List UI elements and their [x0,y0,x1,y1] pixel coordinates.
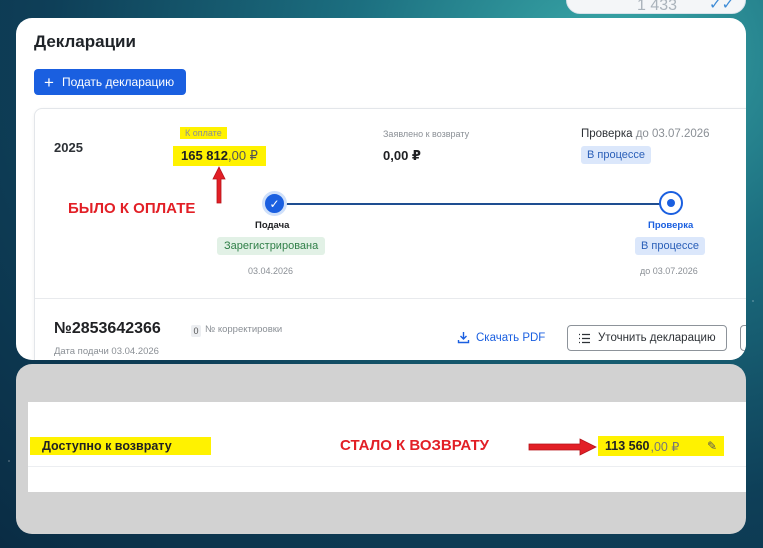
available-amount-kopecks: ,00 ₽ [650,439,680,454]
pencil-icon[interactable]: ✎ [707,439,717,453]
timeline-step-done: ✓ [262,191,287,216]
card-divider [35,298,746,299]
arrow-right-icon [528,438,597,456]
current-step-dot [667,199,675,207]
step-submission-status: Зарегистрирована [217,237,326,255]
submit-declaration-label: Подать декларацию [61,75,175,89]
declaration-card[interactable]: 2025 К оплате 165 812,00 ₽ Заявлено к во… [34,108,746,360]
download-pdf-link[interactable]: Скачать PDF [457,331,545,344]
refund-available-row: Доступно к возврату СТАЛО К ВОЗВРАТУ 113… [28,402,746,492]
check-status-badge: В процессе [581,146,651,164]
step-check-label: Проверка [648,220,694,231]
arrow-up-icon [212,166,226,204]
refund-claimed-amount: 0,00 ₽ [383,148,421,163]
page-title: Декларации [34,32,136,51]
timeline-step-current [659,191,683,215]
refund-claimed-label: Заявлено к возврату [383,129,470,139]
plus-icon: + [44,72,54,92]
step-submission-date: 03.04.2026 [248,266,294,276]
now-refund-annotation: СТАЛО К ВОЗВРАТУ [340,437,489,454]
to-pay-amount: 165 812,00 ₽ [173,146,266,166]
declaration-year: 2025 [54,140,83,155]
timeline-track [275,203,670,205]
submit-declaration-button[interactable]: + Подать декларацию [34,69,186,95]
correction-label: № корректировки [205,324,283,335]
to-pay-kopecks: ,00 ₽ [228,148,258,163]
declaration-number: №2853642366 [54,320,161,337]
clarify-declaration-button[interactable]: Уточнить декларацию [567,325,727,351]
more-actions-button[interactable] [740,325,746,351]
check-date: до 03.07.2026 [635,128,710,140]
declarations-screenshot-bottom: Доступно к возврату СТАЛО К ВОЗВРАТУ 113… [16,364,746,534]
step-check-status: В процессе [635,237,705,255]
to-pay-main: 165 812 [181,148,228,163]
list-icon [579,333,590,343]
bubble-text: 1 433 [637,0,678,14]
row-divider [28,466,746,467]
background-sparkle [8,460,10,462]
chat-bubble-fragment: 1 433 ✓✓ [566,0,746,14]
declarations-screenshot-top: Декларации + Подать декларацию 2025 К оп… [16,18,746,360]
read-checkmarks-icon: ✓✓ [709,0,735,13]
check-deadline: Проверка до 03.07.2026 [581,128,710,140]
step-submission-label: Подача [255,220,290,231]
was-to-pay-annotation: БЫЛО К ОПЛАТЕ [68,200,196,217]
checkmark-icon: ✓ [269,196,280,211]
step-check-date: до 03.07.2026 [640,266,698,276]
filing-date: Дата подачи 03.04.2026 [54,346,159,357]
background-sparkle [752,300,754,302]
available-refund-label: Доступно к возврату [30,437,211,455]
download-icon [457,332,470,344]
available-amount-main: 113 560 [605,439,650,453]
correction-count: 0 [191,325,201,337]
available-refund-amount[interactable]: 113 560,00 ₽ ✎ [598,436,724,456]
to-pay-label: К оплате [180,127,227,139]
check-label: Проверка [581,128,633,140]
download-pdf-label: Скачать PDF [476,331,546,344]
clarify-declaration-label: Уточнить декларацию [598,332,716,344]
